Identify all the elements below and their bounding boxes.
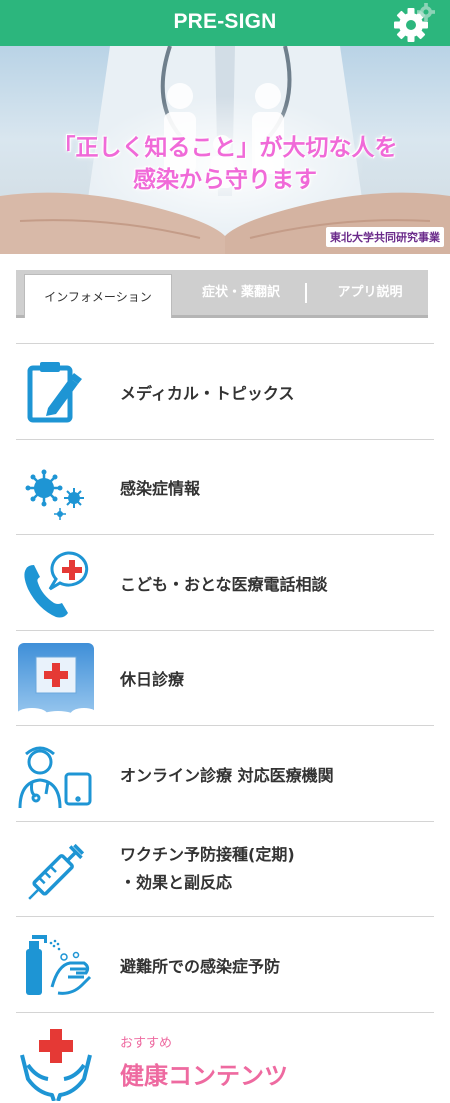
recommended-tag: おすすめ bbox=[120, 1036, 173, 1051]
handwash-icon bbox=[26, 935, 92, 995]
menu-item-phone-consultation[interactable]: こども・おとな医療電話相談 bbox=[16, 534, 434, 630]
menu-label-line2: ・効果と副反応 bbox=[120, 873, 233, 892]
hero-headline-line1: 「正しく知ること」が大切な人を bbox=[52, 135, 398, 161]
phone-medical-icon bbox=[24, 551, 89, 618]
hero-headline-line2: 感染から守ります bbox=[133, 167, 317, 193]
tab-divider bbox=[305, 283, 307, 303]
doctor-tablet-icon bbox=[18, 746, 92, 809]
menu-item-shelter-prevention[interactable]: 避難所での感染症予防 bbox=[16, 916, 434, 1012]
hospital-flag-icon bbox=[18, 642, 94, 719]
settings-button[interactable] bbox=[394, 2, 436, 44]
menu-label: 感染症情報 bbox=[120, 479, 201, 498]
menu-label-line1: ワクチン予防接種(定期) bbox=[120, 845, 295, 864]
virus-icon bbox=[25, 469, 84, 520]
menu-item-vaccination[interactable]: ワクチン予防接種(定期) ・効果と副反応 bbox=[16, 820, 434, 917]
menu-item-infection-info[interactable]: 感染症情報 bbox=[16, 438, 434, 535]
hero-badge: 東北大学共同研究事業 bbox=[326, 227, 444, 247]
menu-label: 休日診療 bbox=[120, 670, 185, 689]
hero-banner: 「正しく知ること」が大切な人を 感染から守ります 東北大学共同研究事業 bbox=[0, 46, 450, 254]
menu-label: 避難所での感染症予防 bbox=[120, 956, 281, 976]
menu-label: オンライン診療 対応医療機関 bbox=[120, 765, 334, 785]
gear-icon bbox=[394, 3, 435, 42]
clipboard-pen-icon bbox=[27, 362, 82, 423]
app-header: PRE-SIGN bbox=[0, 0, 450, 46]
tab-bar: 症状・薬翻訳 アプリ説明 インフォメーション bbox=[16, 270, 428, 318]
syringe-icon bbox=[28, 843, 85, 900]
menu-item-health-contents[interactable]: おすすめ 健康コンテンツ bbox=[16, 1011, 434, 1103]
app-title: PRE-SIGN bbox=[173, 10, 277, 33]
menu-label: ワクチン予防接種(定期) ・効果と副反応 bbox=[120, 822, 295, 917]
menu-label: こども・おとな医療電話相談 bbox=[120, 574, 328, 594]
menu-label: メディカル・トピックス bbox=[120, 383, 295, 403]
menu-label: おすすめ 健康コンテンツ bbox=[120, 1013, 288, 1103]
menu-item-medical-topics[interactable]: メディカル・トピックス bbox=[16, 343, 434, 439]
tab-information[interactable]: インフォメーション bbox=[24, 274, 172, 318]
tab-symptom-translation[interactable]: 症状・薬翻訳 bbox=[176, 270, 306, 315]
health-contents-label: 健康コンテンツ bbox=[120, 1062, 288, 1090]
menu-item-holiday-clinic[interactable]: 休日診療 bbox=[16, 629, 434, 726]
hands-cross-icon bbox=[20, 1028, 92, 1101]
menu-list: メディカル・トピックス 感染症情報 こども・おとな医療電話相談 休日診療 オンラ… bbox=[16, 343, 434, 1103]
menu-item-online-clinic[interactable]: オンライン診療 対応医療機関 bbox=[16, 725, 434, 821]
tab-app-description[interactable]: アプリ説明 bbox=[312, 270, 428, 315]
